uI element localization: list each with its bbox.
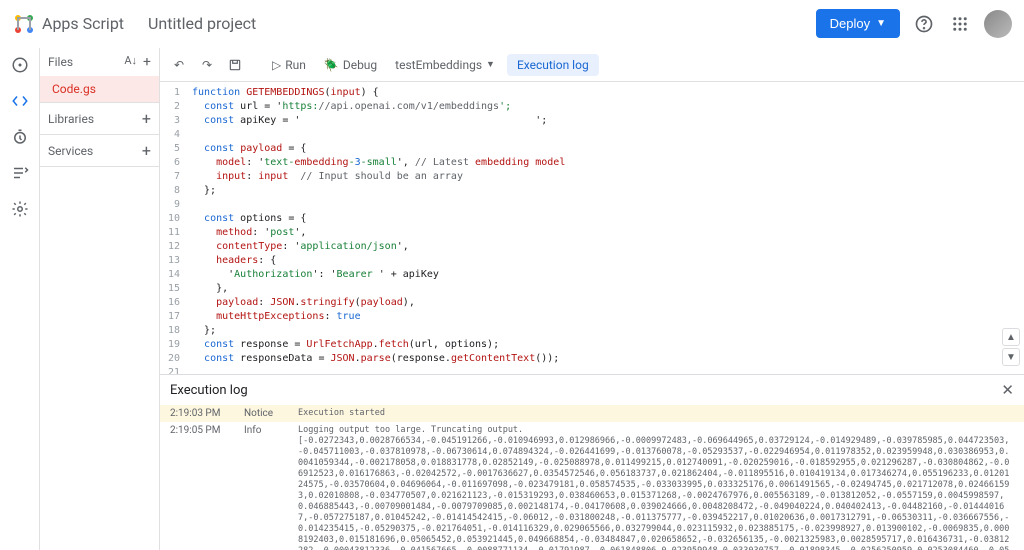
log-message: Execution started (298, 408, 1014, 419)
files-label: Files (48, 55, 73, 69)
function-selector[interactable]: testEmbeddings ▼ (389, 54, 501, 76)
settings-icon[interactable] (9, 198, 31, 220)
add-service-icon[interactable]: + (142, 141, 151, 160)
scroll-up-icon[interactable]: ▲ (1002, 328, 1020, 346)
project-title[interactable]: Untitled project (148, 14, 256, 33)
editor-icon[interactable] (9, 90, 31, 112)
left-rail (0, 48, 40, 550)
logo: Apps Script (12, 12, 124, 36)
product-name: Apps Script (42, 14, 124, 33)
debug-button[interactable]: 🪲 Debug (318, 54, 383, 76)
function-name: testEmbeddings (395, 58, 482, 72)
log-row: 2:19:03 PM Notice Execution started (160, 405, 1024, 422)
triggers-icon[interactable] (9, 126, 31, 148)
libraries-section[interactable]: Libraries + (40, 103, 159, 134)
chevron-down-icon: ▼ (486, 59, 495, 70)
log-level: Info (244, 425, 284, 436)
services-label: Services (48, 144, 93, 158)
sort-icon[interactable]: A↓ (124, 54, 137, 70)
services-section[interactable]: Services + (40, 135, 159, 166)
log-time: 2:19:03 PM (170, 408, 230, 419)
add-library-icon[interactable]: + (142, 109, 151, 128)
files-sidebar: Files A↓ + Code.gs Libraries + Services … (40, 48, 160, 550)
log-message: Logging output too large. Truncating out… (298, 425, 1014, 550)
files-header: Files A↓ + (40, 48, 159, 76)
code-content[interactable]: function GETEMBEDDINGS(input) { const ur… (186, 82, 1024, 374)
code-editor[interactable]: 1234567891011121314151617181920212223242… (160, 82, 1024, 374)
execution-log-panel: Execution log ✕ 2:19:03 PM Notice Executio… (160, 374, 1024, 550)
bug-icon: 🪲 (324, 58, 339, 72)
deploy-button[interactable]: Deploy ▼ (816, 9, 900, 38)
file-code-gs[interactable]: Code.gs (40, 76, 159, 102)
chevron-down-icon: ▼ (876, 18, 886, 29)
run-button[interactable]: ▷ Run (266, 54, 312, 76)
apps-script-icon (12, 12, 36, 36)
undo-icon[interactable]: ↶ (168, 54, 190, 76)
log-row: 2:19:05 PM Info Logging output too large. … (160, 422, 1024, 550)
scroll-down-icon[interactable]: ▼ (1002, 348, 1020, 366)
app-header: Apps Script Untitled project Deploy ▼ (0, 0, 1024, 48)
libraries-label: Libraries (48, 112, 94, 126)
line-gutter: 1234567891011121314151617181920212223242… (160, 82, 186, 374)
redo-icon[interactable]: ↷ (196, 54, 218, 76)
add-file-icon[interactable]: + (143, 54, 151, 70)
save-icon[interactable] (224, 54, 246, 76)
close-icon[interactable]: ✕ (1001, 381, 1014, 399)
play-icon: ▷ (272, 58, 281, 72)
editor-toolbar: ↶ ↷ ▷ Run 🪲 Debug testEmbeddings ▼ Executio… (160, 48, 1024, 82)
deploy-label: Deploy (830, 16, 870, 31)
run-label: Run (285, 58, 306, 72)
account-avatar[interactable] (984, 10, 1012, 38)
apps-grid-icon[interactable] (948, 12, 972, 36)
overview-icon[interactable] (9, 54, 31, 76)
execution-log-title: Execution log (170, 383, 248, 398)
executions-icon[interactable] (9, 162, 31, 184)
debug-label: Debug (343, 58, 377, 72)
execution-log-button[interactable]: Execution log (507, 54, 599, 76)
log-time: 2:19:05 PM (170, 425, 230, 436)
help-icon[interactable] (912, 12, 936, 36)
log-level: Notice (244, 408, 284, 419)
